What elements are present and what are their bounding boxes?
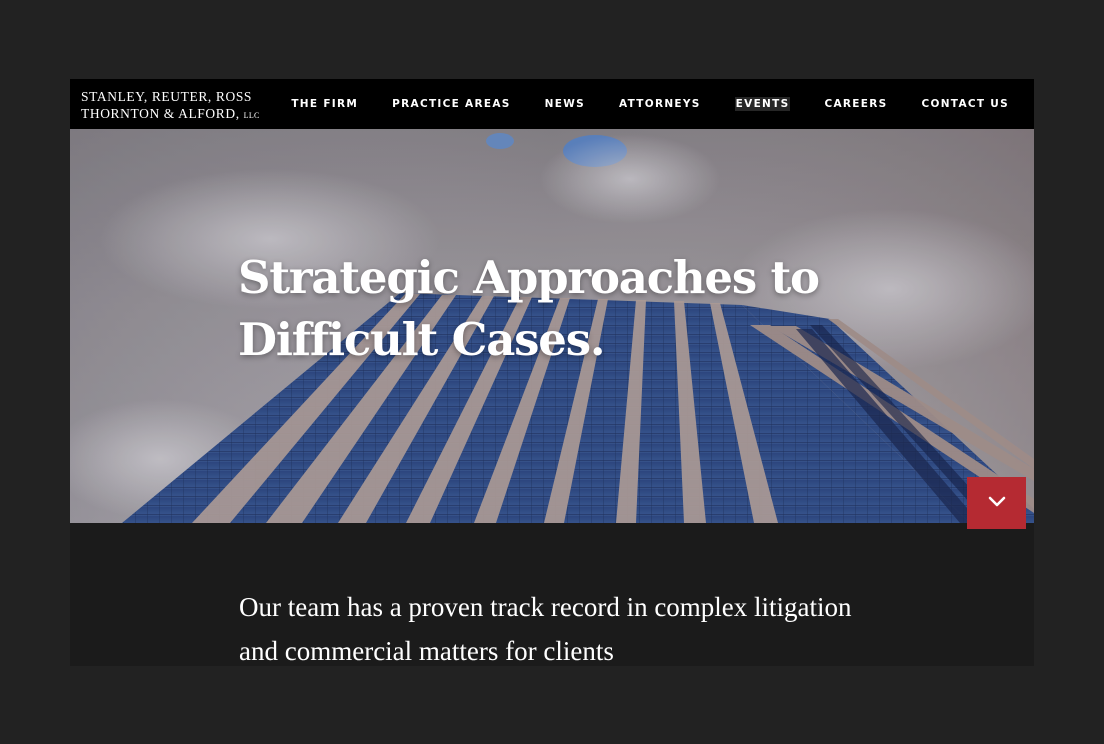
hero-section: Strategic Approaches to Difficult Cases. xyxy=(70,129,1034,523)
main-nav: THE FIRM PRACTICE AREAS NEWS ATTORNEYS E… xyxy=(257,79,1009,129)
logo-line-2: THORNTON & ALFORD, LLC xyxy=(81,105,260,124)
chevron-down-icon xyxy=(988,496,1006,511)
nav-contact-us[interactable]: CONTACT US xyxy=(921,98,1009,110)
nav-events[interactable]: EVENTS xyxy=(734,97,791,111)
logo-line-1: STANLEY, REUTER, ROSS xyxy=(81,89,253,104)
nav-news[interactable]: NEWS xyxy=(545,98,585,110)
firm-logo[interactable]: STANLEY, REUTER, ROSS THORNTON & ALFORD,… xyxy=(81,88,260,124)
browser-viewport: STANLEY, REUTER, ROSS THORNTON & ALFORD,… xyxy=(70,79,1034,666)
site-header: STANLEY, REUTER, ROSS THORNTON & ALFORD,… xyxy=(70,79,1034,129)
hero-headline: Strategic Approaches to Difficult Cases. xyxy=(238,251,820,366)
scroll-down-button[interactable] xyxy=(967,477,1026,529)
logo-line-2-text: THORNTON & ALFORD, xyxy=(81,106,240,121)
intro-text: Our team has a proven track record in co… xyxy=(239,592,852,666)
nav-the-firm[interactable]: THE FIRM xyxy=(291,98,358,110)
nav-attorneys[interactable]: ATTORNEYS xyxy=(619,98,701,110)
nav-practice-areas[interactable]: PRACTICE AREAS xyxy=(392,98,511,110)
intro-section: Our team has a proven track record in co… xyxy=(70,523,1034,666)
nav-careers[interactable]: CAREERS xyxy=(824,98,887,110)
